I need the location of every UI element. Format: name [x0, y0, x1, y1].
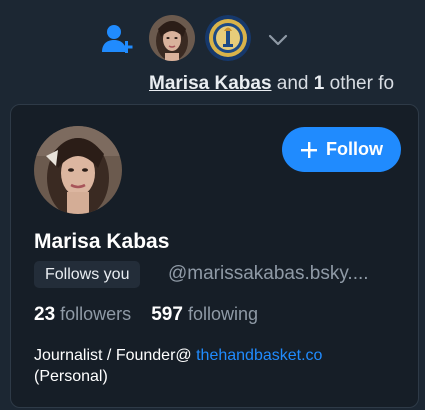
bio-second-line: (Personal): [34, 368, 108, 385]
following-link[interactable]: 597 following: [151, 304, 258, 325]
avatar[interactable]: [149, 15, 195, 61]
follow-button[interactable]: Follow: [282, 127, 401, 172]
avatar[interactable]: [205, 15, 251, 61]
following-label: following: [187, 304, 258, 324]
avatar[interactable]: [34, 126, 122, 214]
chevron-down-icon[interactable]: [266, 28, 290, 52]
profile-handle[interactable]: @marissakabas.bsky....: [168, 263, 369, 285]
notification-author-link[interactable]: Marisa Kabas: [149, 73, 272, 94]
bio-text: Journalist / Founder@: [34, 347, 192, 364]
followers-label: followers: [60, 304, 132, 324]
profile-stats: 23 followers 597 following: [34, 304, 258, 326]
plus-icon: [301, 141, 317, 158]
notification-and: and: [276, 73, 309, 94]
notification-row[interactable]: Marisa Kabas and 1 other fo: [0, 0, 425, 105]
follows-you-badge: Follows you: [34, 261, 141, 288]
profile-bio: Journalist / Founder@ thehandbasket.co (…: [34, 345, 404, 387]
followers-link[interactable]: 23 followers: [34, 304, 136, 325]
person-plus-icon: [102, 25, 133, 53]
notification-count: 1: [313, 73, 325, 94]
profile-hover-card: Follow Marisa Kabas Follows you @marissa…: [10, 104, 419, 408]
follow-button-label: Follow: [326, 139, 383, 159]
bio-link[interactable]: thehandbasket.co: [196, 347, 322, 364]
follows-you-label: Follows you: [45, 265, 130, 283]
notification-other: other fo: [329, 73, 395, 94]
following-count: 597: [151, 304, 183, 325]
followers-count: 23: [34, 304, 56, 325]
profile-display-name[interactable]: Marisa Kabas: [34, 230, 169, 254]
notification-text: Marisa Kabas and 1 other fo: [149, 73, 394, 95]
